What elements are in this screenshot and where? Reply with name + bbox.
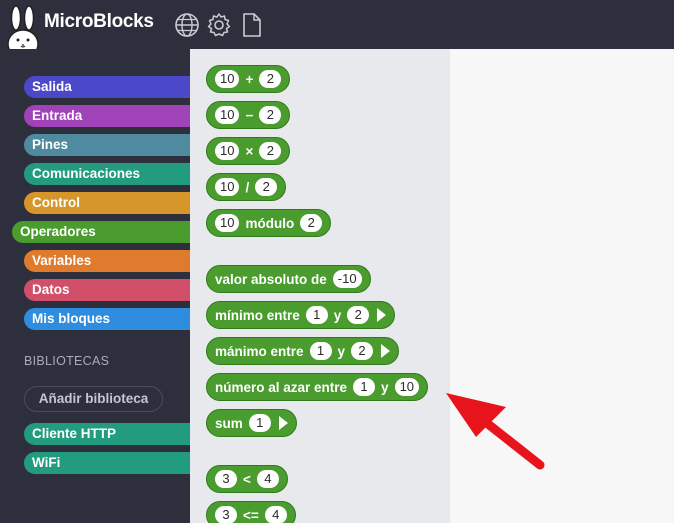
block-label: mánimo entre <box>215 343 304 359</box>
slot-b[interactable]: 2 <box>259 106 282 124</box>
conjunction-label: y <box>337 343 346 359</box>
conjunction-label: y <box>381 379 389 395</box>
operator-label: + <box>245 71 254 87</box>
add-block[interactable]: 10 + 2 <box>206 65 291 93</box>
slot-b[interactable]: 4 <box>256 470 279 488</box>
block-label: número al azar entre <box>215 379 348 395</box>
category-operadores[interactable]: Operadores <box>12 221 190 243</box>
slot-a[interactable]: 10 <box>215 214 240 232</box>
category-variables[interactable]: Variables <box>24 250 190 272</box>
category-comunicaciones[interactable]: Comunicaciones <box>24 163 190 185</box>
operator-label: − <box>245 107 254 123</box>
slot-b[interactable]: 2 <box>259 142 282 160</box>
slot-b[interactable]: 2 <box>255 178 278 196</box>
sum-block[interactable]: sum 1 <box>206 409 297 437</box>
library-cliente-http[interactable]: Cliente HTTP <box>24 423 190 445</box>
slot-a[interactable]: 1 <box>309 342 332 360</box>
slot-b[interactable]: 2 <box>300 214 323 232</box>
category-sidebar: Salida Entrada Pines Comunicaciones Cont… <box>0 49 190 523</box>
slot-a[interactable]: 10 <box>215 142 240 160</box>
slot-a[interactable]: 1 <box>248 414 271 432</box>
slot-a[interactable]: 3 <box>215 506 237 523</box>
category-pines[interactable]: Pines <box>24 134 190 156</box>
slot-a[interactable]: 1 <box>305 306 328 324</box>
app-title: MicroBlocks <box>44 11 154 32</box>
slot-a[interactable]: -10 <box>332 270 362 288</box>
block-label: mínimo entre <box>215 307 300 323</box>
modulo-block[interactable]: 10 módulo 2 <box>206 209 332 237</box>
operator-label: < <box>243 471 251 487</box>
category-salida[interactable]: Salida <box>24 76 190 98</box>
slot-b[interactable]: 2 <box>351 342 374 360</box>
slot-a[interactable]: 10 <box>215 106 240 124</box>
slot-a[interactable]: 10 <box>215 70 240 88</box>
libraries-section-label: BIBLIOTECAS <box>24 354 110 368</box>
red-pointer-arrow-icon <box>446 393 545 470</box>
multiply-block[interactable]: 10 × 2 <box>206 137 291 165</box>
library-wifi[interactable]: WiFi <box>24 452 190 474</box>
gear-icon[interactable] <box>206 12 232 38</box>
slot-a[interactable]: 10 <box>215 178 240 196</box>
slot-b[interactable]: 10 <box>394 378 420 396</box>
operator-label: × <box>245 143 254 159</box>
block-label: valor absoluto de <box>215 271 327 287</box>
expand-arrow-icon[interactable] <box>377 308 387 322</box>
subtract-block[interactable]: 10 − 2 <box>206 101 291 129</box>
slot-a[interactable]: 3 <box>215 470 237 488</box>
absolute-value-block[interactable]: valor absoluto de -10 <box>206 265 371 293</box>
random-number-block[interactable]: número al azar entre 1 y 10 <box>206 373 429 401</box>
category-mis-bloques[interactable]: Mis bloques <box>24 308 190 330</box>
maximum-block[interactable]: mánimo entre 1 y 2 <box>206 337 400 365</box>
add-library-button[interactable]: Añadir biblioteca <box>24 386 163 412</box>
category-control[interactable]: Control <box>24 192 190 214</box>
less-or-equal-block[interactable]: 3 <= 4 <box>206 501 296 523</box>
less-than-block[interactable]: 3 < 4 <box>206 465 288 493</box>
slot-b[interactable]: 2 <box>347 306 370 324</box>
category-entrada[interactable]: Entrada <box>24 105 190 127</box>
operator-label: módulo <box>245 215 295 231</box>
divide-block[interactable]: 10 / 2 <box>206 173 287 201</box>
minimum-block[interactable]: mínimo entre 1 y 2 <box>206 301 396 329</box>
block-label: sum <box>215 415 243 431</box>
block-palette: 10 + 2 10 − 2 10 × 2 10 / 2 10 módulo 2 … <box>190 49 450 523</box>
globe-icon[interactable] <box>174 12 200 38</box>
expand-arrow-icon[interactable] <box>381 344 391 358</box>
expand-arrow-icon[interactable] <box>278 416 288 430</box>
slot-b[interactable]: 2 <box>259 70 282 88</box>
category-datos[interactable]: Datos <box>24 279 190 301</box>
operator-label: / <box>245 179 250 195</box>
conjunction-label: y <box>333 307 342 323</box>
operator-label: <= <box>243 507 259 523</box>
file-icon[interactable] <box>239 12 265 38</box>
slot-b[interactable]: 4 <box>264 506 287 523</box>
top-bar: MicroBlocks <box>0 0 674 59</box>
slot-a[interactable]: 1 <box>353 378 376 396</box>
